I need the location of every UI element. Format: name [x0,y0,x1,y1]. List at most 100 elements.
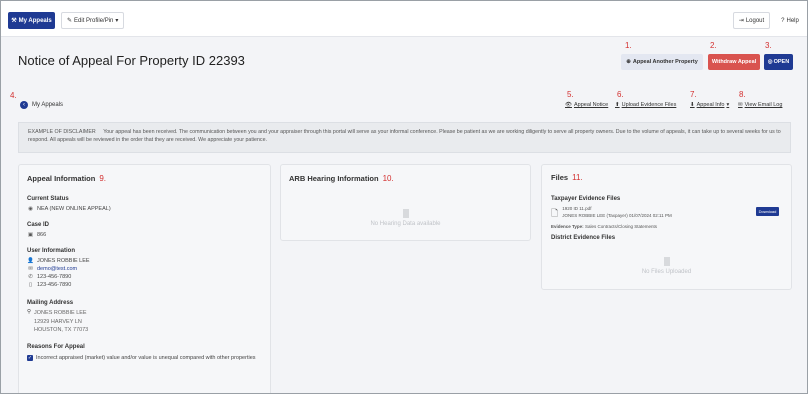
appeal-notice-label: Appeal Notice [573,102,609,108]
current-status-label: Current Status [27,196,69,202]
marker-4: 4. [10,91,17,100]
upload-icon: ⬆ [615,102,620,108]
help-link[interactable]: ? Help [777,12,803,29]
reason-row: ✓ Incorrect appraised (market) value and… [27,354,262,363]
view-email-log-label: View Email Log [744,102,783,108]
envelope-icon: ✉ [738,102,743,108]
district-files-label: District Evidence Files [551,235,616,241]
eye-icon: 👁 [565,102,572,108]
download-button[interactable]: Download [756,207,779,216]
caret-down-icon: ▾ [726,102,730,108]
map-marker-icon: ⚲ [27,309,32,315]
logout-label: Logout [745,17,765,24]
edit-profile-dropdown[interactable]: ✎ Edit Profile/Pin ▾ [61,12,125,29]
edit-profile-label: Edit Profile/Pin [74,17,114,24]
arb-empty-text: No Hearing Data available [370,221,441,227]
appeal-information-card: Appeal Information 9. Current Status ◉ N… [18,164,271,393]
user-name-row: 👤 JONES ROBBIE LEE [27,258,262,264]
case-id-value: ▣ 866 [27,232,262,238]
mobile-icon: ▯ [28,282,33,288]
back-to-my-appeals[interactable]: ‹ My Appeals [20,101,63,109]
phone-2: 123-456-7890 [37,282,72,288]
status-icon: ◉ [28,206,33,212]
user-info-label: User Information [27,248,76,254]
upload-evidence-link[interactable]: ⬆ Upload Evidence Files [615,102,676,108]
page-title: Notice of Appeal For Property ID 22393 [18,53,245,68]
arb-hearing-card: ARB Hearing Information 10. No Hearing D… [280,164,531,241]
download-icon: ⬇ [690,102,695,108]
mailing-address-label: Mailing Address [27,300,74,306]
case-id-text: 866 [37,232,47,238]
disclaimer-box: EXAMPLE OF DISCLAIMER Your appeal has be… [18,122,791,153]
document-icon [402,209,409,218]
back-label: My Appeals [32,102,64,108]
upload-evidence-label: Upload Evidence Files [621,102,677,108]
files-empty-text: No Files Uploaded [641,269,692,275]
appeal-another-label: Appeal Another Property [632,59,698,65]
disclaimer-text: Your appeal has been received. The commu… [28,129,781,143]
appeal-info-label: Appeal Info [696,102,725,108]
help-icon: ? [781,17,785,24]
files-title: Files [551,173,569,182]
id-card-icon: ▣ [27,232,34,238]
mailing-name: JONES ROBBIE LEE [34,310,87,316]
gavel-icon: ⚒ [11,18,17,24]
marker-11: 11. [572,173,583,182]
open-circle-icon: ◎ [767,59,773,65]
view-email-log-link[interactable]: ✉ View Email Log [738,102,782,108]
taxpayer-files-label: Taxpayer Evidence Files [551,196,621,202]
user-name: JONES ROBBIE LEE [37,258,90,264]
phone-icon: ✆ [28,274,33,280]
marker-1: 1. [625,41,632,50]
phone-1-row: ✆ 123-456-7890 [27,274,262,280]
phone-2-row: ▯ 123-456-7890 [27,282,262,288]
arb-empty-state: No Hearing Data available [289,209,522,227]
evidence-type-label: Evidence Type: [551,224,584,229]
case-id-label: Case ID [27,222,50,228]
help-label: Help [786,17,799,24]
document-icon [663,257,670,266]
appeal-notice-link[interactable]: 👁 Appeal Notice [565,102,608,108]
pencil-icon: ✎ [67,18,73,24]
marker-3: 3. [765,41,772,50]
user-email[interactable]: demo@test.com [37,266,77,272]
marker-10: 10. [382,174,394,183]
logout-button[interactable]: ⇥ Logout [733,12,770,29]
appeal-info-dropdown[interactable]: ⬇ Appeal Info ▾ [690,102,729,108]
plus-circle-icon: ⊕ [626,59,631,65]
marker-5: 5. [567,90,574,99]
disclaimer-label: EXAMPLE OF DISCLAIMER [28,129,96,135]
my-appeals-label: My Appeals [18,17,52,24]
marker-6: 6. [617,90,624,99]
reasons-label: Reasons For Appeal [27,343,85,350]
arrow-left-icon: ‹ [20,101,28,109]
mailing-address-block: ⚲ JONES ROBBIE LEE 12929 HARVEY LN HOUST… [27,309,262,335]
open-status-button[interactable]: ◎ OPEN [764,54,793,70]
mailing-city: HOUSTON, TX 77073 [34,327,89,333]
open-label: OPEN [773,59,790,65]
top-bar: ⚒ My Appeals ✎ Edit Profile/Pin ▾ ⇥ Logo… [1,1,807,37]
evidence-type-value: Sales Contracts/Closing Statements [584,224,657,229]
logout-icon: ⇥ [738,18,744,24]
checkbox-checked-icon[interactable]: ✓ [27,354,33,361]
envelope-icon: ✉ [28,266,33,272]
district-empty-state: No Files Uploaded [551,257,782,275]
reason-text: Incorrect appraised (market) value and/o… [36,354,256,361]
marker-8: 8. [739,90,746,99]
phone-1: 123-456-7890 [37,274,72,280]
current-status-text: NEA (NEW ONLINE APPEAL) [37,206,111,212]
withdraw-appeal-button[interactable]: Withdraw Appeal [708,54,760,70]
evidence-type-row: Evidence Type: Sales Contracts/Closing S… [551,224,782,229]
my-appeals-button[interactable]: ⚒ My Appeals [8,12,55,29]
file-item: 🗋 1920 ID 11.pdf JONES ROBBIE LEE (Taxpa… [551,206,782,222]
appeal-another-property-button[interactable]: ⊕ Appeal Another Property [621,54,703,70]
caret-down-icon: ▾ [115,18,119,24]
appeal-info-title: Appeal Information [27,174,96,183]
current-status-value: ◉ NEA (NEW ONLINE APPEAL) [27,206,262,212]
arb-title: ARB Hearing Information [289,174,379,183]
file-icon: 🗋 [551,208,559,218]
mailing-street: 12929 HARVEY LN [34,318,82,325]
marker-9: 9. [99,174,107,183]
file-meta: JONES ROBBIE LEE (Taxpayer) 01/07/2024 0… [562,212,672,218]
marker-2: 2. [710,41,717,50]
